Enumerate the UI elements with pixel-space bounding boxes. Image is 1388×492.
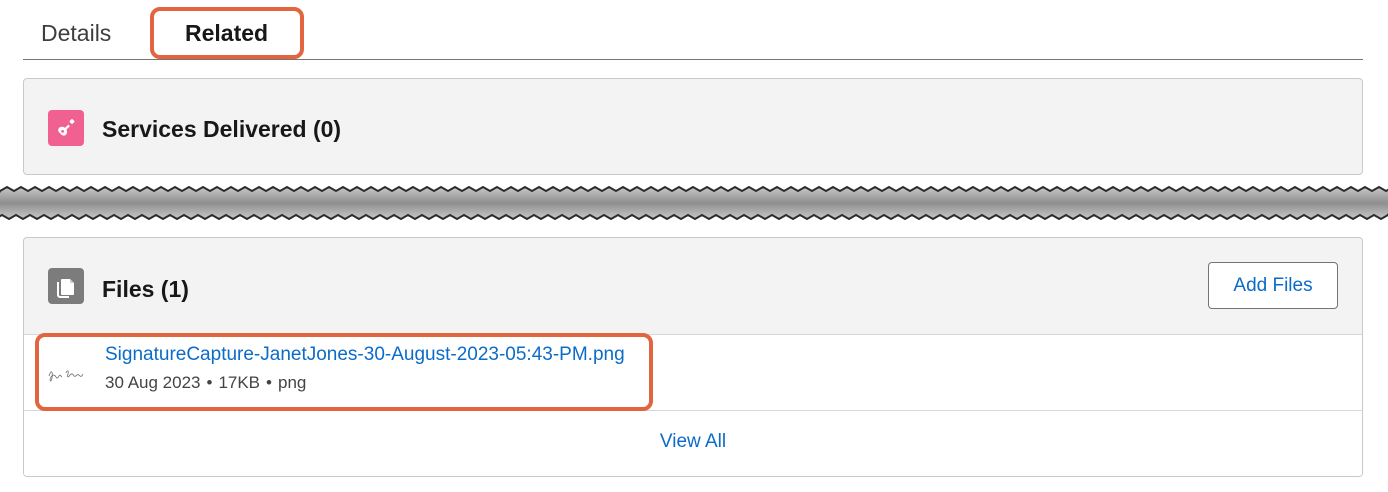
tab-related[interactable]: Related	[185, 20, 268, 47]
file-size: 17KB	[218, 373, 261, 392]
file-date: 30 Aug 2023	[105, 373, 201, 392]
signature-thumbnail[interactable]	[46, 357, 86, 391]
document-copy-icon	[48, 268, 84, 304]
add-files-button[interactable]: Add Files	[1208, 262, 1338, 309]
file-meta: 30 Aug 2023 • 17KB • png	[105, 373, 307, 392]
guitar-icon	[48, 110, 84, 146]
files-title[interactable]: Files (1)	[102, 276, 189, 303]
files-list: SignatureCapture-JanetJones-30-August-20…	[24, 334, 1362, 476]
tab-details[interactable]: Details	[41, 20, 111, 47]
file-type: png	[277, 373, 307, 392]
services-delivered-title[interactable]: Services Delivered (0)	[102, 116, 341, 143]
services-delivered-card: Services Delivered (0)	[23, 78, 1363, 175]
page-break-divider	[0, 185, 1388, 221]
files-card: Files (1) Add Files SignatureCapture-Jan…	[23, 237, 1363, 477]
tab-bar: Details Related	[23, 0, 1363, 60]
file-name-link[interactable]: SignatureCapture-JanetJones-30-August-20…	[105, 344, 625, 366]
file-list-item[interactable]: SignatureCapture-JanetJones-30-August-20…	[24, 335, 1362, 411]
view-all-link[interactable]: View All	[24, 431, 1362, 453]
